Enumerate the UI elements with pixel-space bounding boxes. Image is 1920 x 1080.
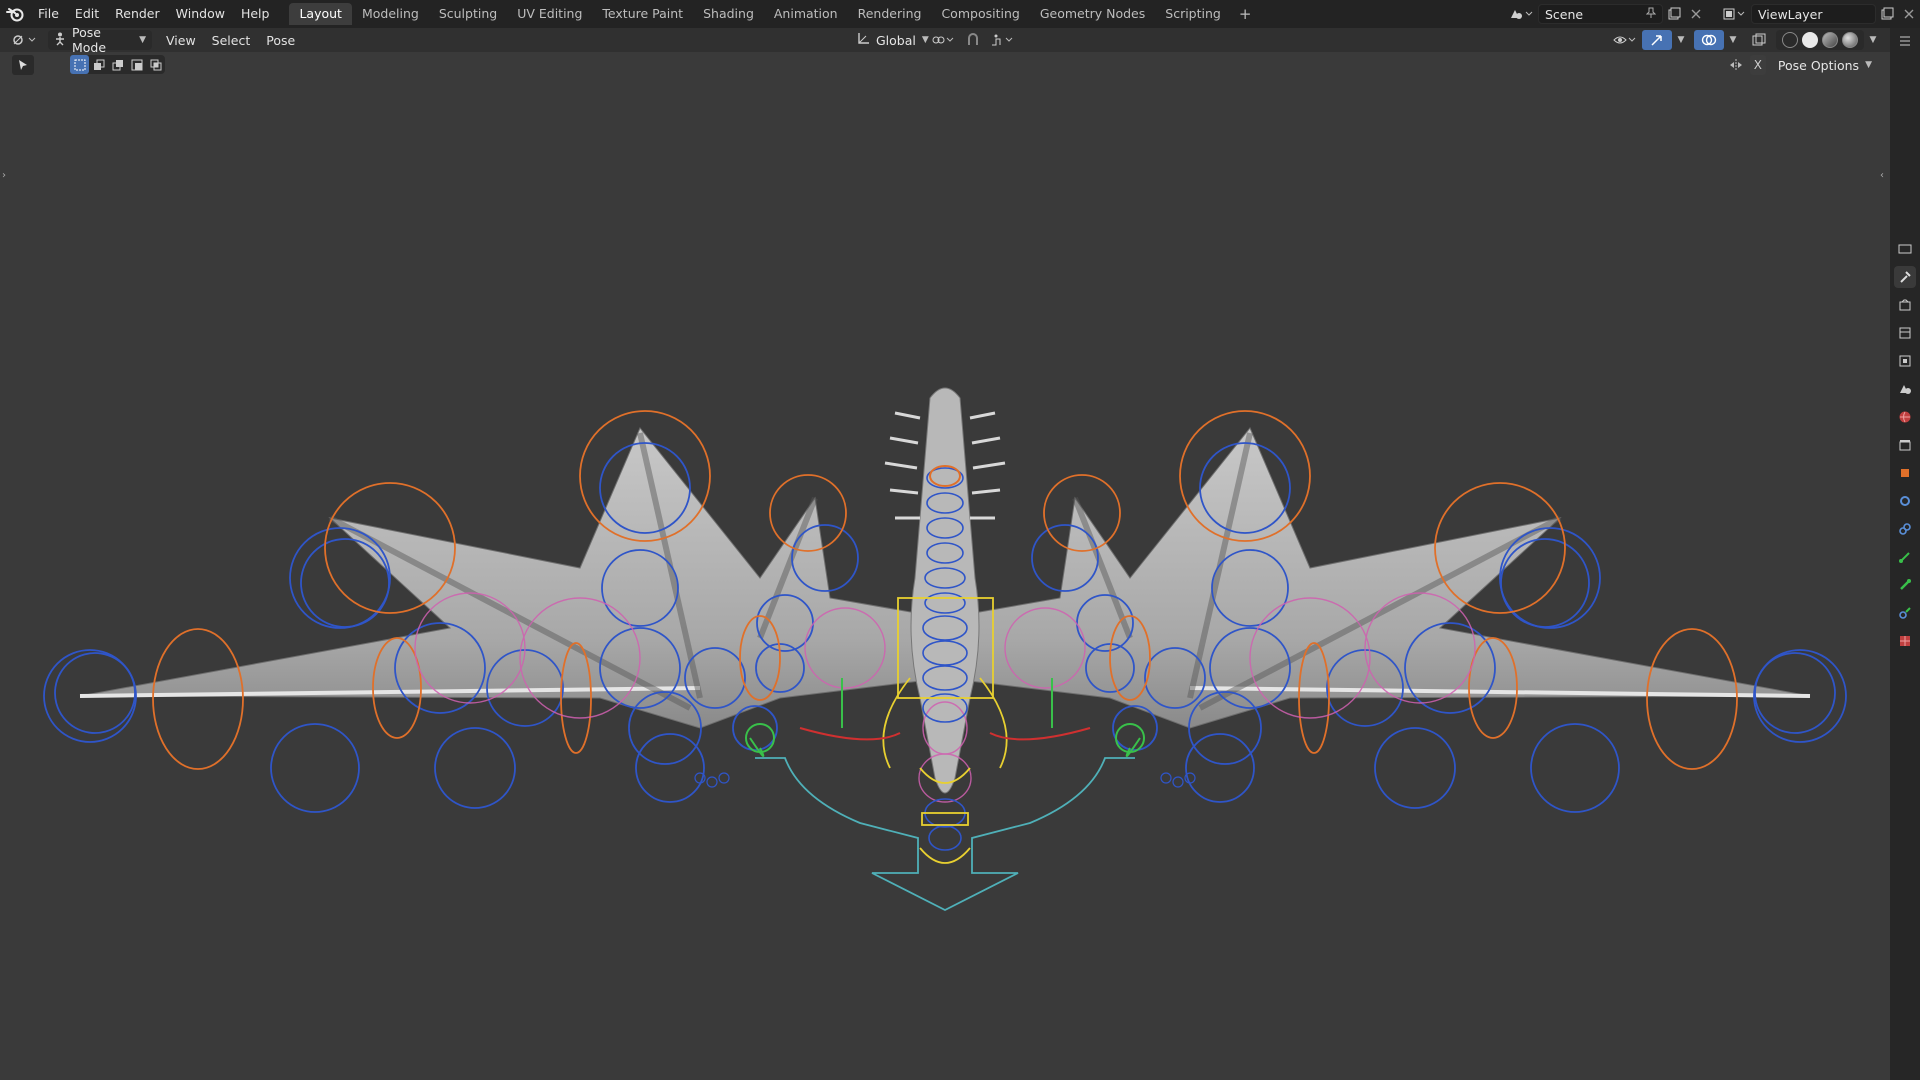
tab-animation[interactable]: Animation [764, 3, 848, 25]
selection-mode-group [70, 55, 165, 74]
world-tab-icon[interactable] [1894, 406, 1916, 428]
chevron-down-icon: ▼ [1865, 60, 1872, 70]
shading-modes [1776, 30, 1864, 50]
view-layer-tab-icon[interactable] [1894, 350, 1916, 372]
proportional-edit-icon[interactable] [988, 30, 1018, 50]
editor-type-icon[interactable] [6, 30, 42, 50]
menu-help[interactable]: Help [233, 0, 278, 28]
orientation-dropdown[interactable]: Global ▼ [850, 30, 929, 50]
new-scene-icon[interactable] [1663, 4, 1685, 24]
select-invert-icon[interactable] [127, 55, 146, 74]
wireframe-shading-icon[interactable] [1782, 32, 1798, 48]
tab-scripting[interactable]: Scripting [1155, 3, 1231, 25]
rendered-shading-icon[interactable] [1842, 32, 1858, 48]
blender-logo-icon[interactable] [0, 0, 30, 28]
scene-selector-icon[interactable] [1504, 4, 1538, 24]
view-layer-name: ViewLayer [1758, 6, 1823, 22]
view-layer-field[interactable]: ViewLayer [1751, 4, 1876, 24]
shading-dropdown-icon[interactable]: ▼ [1866, 30, 1880, 50]
mode-dropdown[interactable]: Pose Mode ▼ [48, 25, 152, 55]
pose-options-dropdown[interactable]: Pose Options ▼ [1772, 55, 1878, 75]
outliner-toggle-icon[interactable] [1894, 30, 1916, 52]
tab-shading[interactable]: Shading [693, 3, 764, 25]
top-bar: File Edit Render Window Help Layout Mode… [0, 0, 1920, 28]
tab-uv-editing[interactable]: UV Editing [507, 3, 592, 25]
menu-edit[interactable]: Edit [67, 0, 107, 28]
view-layer-selector-icon[interactable] [1717, 4, 1751, 24]
material-shading-icon[interactable] [1822, 32, 1838, 48]
tab-rendering[interactable]: Rendering [848, 3, 932, 25]
properties-tab-bar [1890, 28, 1920, 1080]
scene-controls: Scene ViewLayer [1504, 0, 1920, 28]
pin-icon[interactable] [1645, 7, 1657, 22]
menu-pose[interactable]: Pose [258, 33, 303, 48]
menu-select[interactable]: Select [204, 33, 259, 48]
tab-compositing[interactable]: Compositing [931, 3, 1029, 25]
solid-shading-icon[interactable] [1802, 32, 1818, 48]
workspace-tabs: Layout Modeling Sculpting UV Editing Tex… [289, 0, 1259, 28]
texture-tab-icon[interactable] [1894, 630, 1916, 652]
menu-view[interactable]: View [158, 33, 204, 48]
pose-options-label: Pose Options [1777, 57, 1860, 73]
mode-label: Pose Mode [72, 25, 107, 55]
dragon-armature-render [43, 387, 1847, 912]
delete-scene-icon[interactable] [1685, 4, 1707, 24]
collection-tab-icon[interactable] [1894, 434, 1916, 456]
gizmo-toggle-icon[interactable] [1642, 30, 1672, 50]
scene-name: Scene [1545, 6, 1584, 22]
gizmo-dropdown-icon[interactable]: ▼ [1674, 30, 1688, 50]
constraint-tab-icon[interactable] [1894, 518, 1916, 540]
tab-modeling[interactable]: Modeling [352, 3, 429, 25]
xray-toggle-icon[interactable] [1748, 30, 1770, 50]
object-tab-icon[interactable] [1894, 462, 1916, 484]
tool-tab-icon[interactable] [1894, 266, 1916, 288]
armature-data-tab-icon[interactable] [1894, 546, 1916, 568]
pose-mode-icon [54, 32, 66, 49]
select-tool-icon[interactable] [12, 55, 34, 75]
x-mirror-label: X [1753, 58, 1763, 72]
bone-tab-icon[interactable] [1894, 574, 1916, 596]
chevron-down-icon: ▼ [139, 35, 146, 45]
add-workspace-button[interactable]: + [1231, 5, 1260, 23]
viewport-header: Pose Mode ▼ View Select Pose Global ▼ ▼ … [0, 25, 1890, 55]
scene-field[interactable]: Scene [1538, 4, 1663, 24]
select-intersect-icon[interactable] [146, 55, 165, 74]
new-view-layer-icon[interactable] [1876, 4, 1898, 24]
main-menu: File Edit Render Window Help [30, 0, 277, 28]
transform-tools: Global ▼ [850, 30, 1018, 50]
overlays-dropdown-icon[interactable]: ▼ [1726, 30, 1740, 50]
tab-geometry-nodes[interactable]: Geometry Nodes [1030, 3, 1155, 25]
dragon-body [910, 387, 980, 794]
overlays-toggle-icon[interactable] [1694, 30, 1724, 50]
scene-tab-icon[interactable] [1894, 378, 1916, 400]
snap-icon[interactable] [962, 30, 984, 50]
tab-sculpting[interactable]: Sculpting [429, 3, 507, 25]
active-tool-tab-icon[interactable] [1894, 238, 1916, 260]
delete-view-layer-icon[interactable] [1898, 4, 1920, 24]
x-mirror-toggle[interactable]: X [1749, 55, 1766, 75]
menu-file[interactable]: File [30, 0, 67, 28]
menu-window[interactable]: Window [168, 0, 233, 28]
pivot-point-icon[interactable] [928, 30, 958, 50]
viewport-display-tools: ▼ ▼ ▼ [1610, 30, 1880, 50]
select-subtract-icon[interactable] [108, 55, 127, 74]
modifier-tab-icon[interactable] [1894, 490, 1916, 512]
render-tab-icon[interactable] [1894, 294, 1916, 316]
menu-render[interactable]: Render [107, 0, 168, 28]
mirror-icon[interactable] [1728, 55, 1744, 75]
tab-layout[interactable]: Layout [289, 3, 352, 25]
orientation-label: Global [876, 32, 916, 48]
bone-constraint-tab-icon[interactable] [1894, 602, 1916, 624]
tool-settings-row: X Pose Options ▼ [0, 52, 1890, 78]
select-new-icon[interactable] [70, 55, 89, 74]
orientation-icon [856, 32, 870, 49]
3d-viewport[interactable]: › ‹ [0, 78, 1890, 1080]
pose-options-group: X Pose Options ▼ [1728, 55, 1878, 75]
tab-texture-paint[interactable]: Texture Paint [592, 3, 693, 25]
select-extend-icon[interactable] [89, 55, 108, 74]
output-tab-icon[interactable] [1894, 322, 1916, 344]
visibility-eye-icon[interactable] [1610, 30, 1640, 50]
